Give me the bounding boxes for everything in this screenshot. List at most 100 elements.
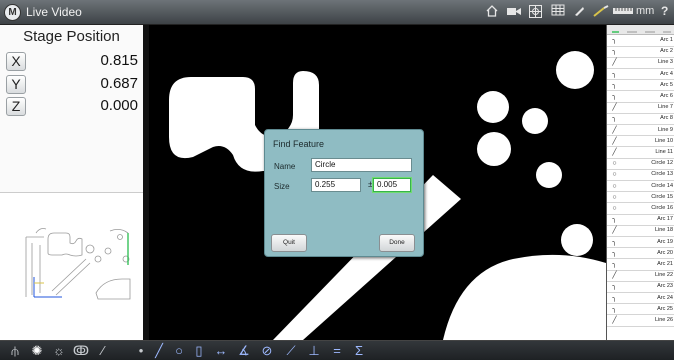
- point-icon[interactable]: •: [132, 342, 150, 360]
- probe-icon[interactable]: [592, 4, 610, 21]
- help-button[interactable]: ?: [661, 4, 668, 18]
- feature-list-item[interactable]: ╮ Arc 25: [607, 305, 674, 316]
- distance-tool-icon[interactable]: ↔: [212, 342, 230, 360]
- skew-tool-icon[interactable]: ⟋: [282, 342, 300, 360]
- axis-row-y: Y 0.687: [6, 75, 138, 95]
- feature-name: Arc 1: [660, 37, 673, 43]
- zero-x-button[interactable]: X: [6, 52, 26, 71]
- feature-list-item[interactable]: ╮ Arc 21: [607, 260, 674, 271]
- feature-list-item[interactable]: ○ Circle 14: [607, 182, 674, 193]
- app-logo: M: [4, 4, 21, 21]
- arc-feature-icon: ╮: [612, 48, 617, 56]
- feature-list-item[interactable]: ╮ Arc 1: [607, 36, 674, 47]
- zero-y-button[interactable]: Y: [6, 75, 26, 94]
- line-feature-icon: ╱: [612, 317, 617, 324]
- axis-row-z: Z 0.000: [6, 97, 138, 117]
- stage-position-panel: Stage Position X 0.815 Y 0.687 Z 0.000: [0, 25, 143, 192]
- stage-title: Stage Position: [23, 28, 120, 45]
- feature-list-item[interactable]: ╮ Arc 24: [607, 294, 674, 305]
- feature-list-item[interactable]: ○ Circle 16: [607, 204, 674, 215]
- feature-list-item[interactable]: ╱ Line 10: [607, 137, 674, 148]
- arc-feature-icon: ╮: [612, 283, 617, 291]
- edge-icon[interactable]: ↂ: [72, 342, 90, 360]
- z-value: 0.000: [100, 97, 138, 114]
- part-view-preview[interactable]: [0, 192, 143, 340]
- feature-list-item[interactable]: ╮ Arc 6: [607, 92, 674, 103]
- feature-name: Arc 6: [660, 93, 673, 99]
- plane-tool-icon[interactable]: ⊘: [258, 342, 276, 360]
- part-outline-drawing: [25, 228, 131, 300]
- angle-tool-icon[interactable]: ∡: [235, 342, 253, 360]
- feature-list-item[interactable]: ○ Circle 12: [607, 159, 674, 170]
- feature-name: Circle 14: [651, 182, 673, 189]
- feature-list-item[interactable]: ○ Circle 13: [607, 170, 674, 182]
- feature-list-item[interactable]: ╮ Arc 17: [607, 215, 674, 226]
- feature-name: Circle 16: [651, 205, 673, 211]
- feature-name: Arc 20: [657, 249, 673, 256]
- find-feature-dialog: Find Feature Name Circle Size 0.255 ± 0.…: [264, 129, 424, 257]
- light-icon[interactable]: [571, 4, 587, 21]
- axis-row-x: X 0.815: [6, 52, 138, 72]
- feature-name: Line 26: [654, 317, 673, 323]
- feature-name: Arc 4: [660, 70, 673, 77]
- feature-list-item[interactable]: ╮ Arc 5: [607, 81, 674, 92]
- arc-feature-icon: ╮: [612, 305, 617, 313]
- feature-list-item[interactable]: ○ Circle 15: [607, 193, 674, 204]
- feature-list-item[interactable]: ╱ Line 3: [607, 58, 674, 70]
- parallel-tool-icon[interactable]: =: [328, 342, 346, 360]
- feature-list-panel: ╮ Arc 1 ╮ Arc 2 ╱ Line 3 ╮ Arc 4 ╮ Arc 5 ╮ Arc 6 ╱ Li…: [606, 25, 674, 340]
- arc-feature-icon: ╮: [612, 261, 617, 268]
- tolerance-field[interactable]: 0.005: [373, 178, 411, 192]
- feature-name: Line 18: [654, 227, 673, 234]
- focus-icon[interactable]: ☼: [50, 342, 68, 360]
- feature-list-item[interactable]: ╱ Line 26: [607, 316, 674, 327]
- line-feature-icon: ╱: [612, 137, 617, 145]
- feature-name: Line 7: [658, 104, 673, 111]
- camera-icon[interactable]: [506, 4, 522, 21]
- sum-tool-icon[interactable]: Σ: [350, 342, 368, 360]
- zero-z-button[interactable]: Z: [6, 97, 26, 116]
- measure-toolbar: ⫛ ✺ ☼ ↂ ⁄ • ╱ ○ ▯ ↔ ∡ ⊘ ⟋ ⊥ = Σ: [0, 340, 674, 360]
- ruler-icon[interactable]: [612, 4, 634, 21]
- arc-feature-icon: ╮: [612, 238, 617, 246]
- feature-list-item[interactable]: ╮ Arc 8: [607, 114, 674, 126]
- feature-list-item[interactable]: ╱ Line 9: [607, 126, 674, 137]
- grid-icon[interactable]: [550, 4, 566, 21]
- size-field[interactable]: 0.255: [311, 178, 361, 192]
- crosshair-icon[interactable]: [527, 4, 543, 21]
- app-window: M Live Video mm ? Stage Position X 0.815…: [0, 0, 674, 360]
- feature-list-item[interactable]: ╱ Line 11: [607, 148, 674, 159]
- feature-name: Line 22: [654, 272, 673, 279]
- probe-tool-icon[interactable]: ⫛: [6, 342, 24, 360]
- slash-icon[interactable]: ⁄: [94, 342, 112, 360]
- home-icon[interactable]: [484, 4, 500, 21]
- feature-list-item[interactable]: ╮ Arc 20: [607, 249, 674, 260]
- feature-list-item[interactable]: ╱ Line 22: [607, 271, 674, 282]
- feature-list-item[interactable]: ╱ Line 7: [607, 103, 674, 114]
- line-tool-icon[interactable]: ╱: [150, 342, 168, 360]
- measure-magic-icon[interactable]: ✺: [28, 342, 46, 360]
- feature-list-item[interactable]: ╮ Arc 19: [607, 238, 674, 249]
- feature-name: Line 3: [658, 59, 673, 66]
- name-field[interactable]: Circle: [311, 158, 412, 172]
- arc-feature-icon: ╮: [612, 294, 617, 302]
- feature-list-item[interactable]: ╱ Line 18: [607, 226, 674, 238]
- feature-name: Circle 12: [651, 160, 673, 167]
- name-label: Name: [274, 162, 296, 171]
- feature-list-item[interactable]: ╮ Arc 4: [607, 70, 674, 81]
- circle-tool-icon[interactable]: ○: [170, 342, 188, 360]
- quit-button[interactable]: Quit: [271, 234, 307, 252]
- feature-list-item[interactable]: ╮ Arc 2: [607, 47, 674, 58]
- line-feature-icon: ╱: [612, 149, 617, 156]
- feature-name: Arc 8: [660, 115, 673, 122]
- feature-name: Arc 24: [657, 294, 673, 301]
- feature-name: Circle 15: [651, 193, 673, 200]
- done-button[interactable]: Done: [379, 234, 415, 252]
- slot-tool-icon[interactable]: ▯: [190, 342, 208, 360]
- dialog-title: Find Feature: [273, 139, 325, 149]
- feature-name: Arc 25: [657, 305, 673, 312]
- feature-list-item[interactable]: ╮ Arc 23: [607, 282, 674, 294]
- unit-label[interactable]: mm: [636, 5, 654, 17]
- perpendicular-tool-icon[interactable]: ⊥: [305, 342, 323, 360]
- size-label: Size: [274, 182, 290, 191]
